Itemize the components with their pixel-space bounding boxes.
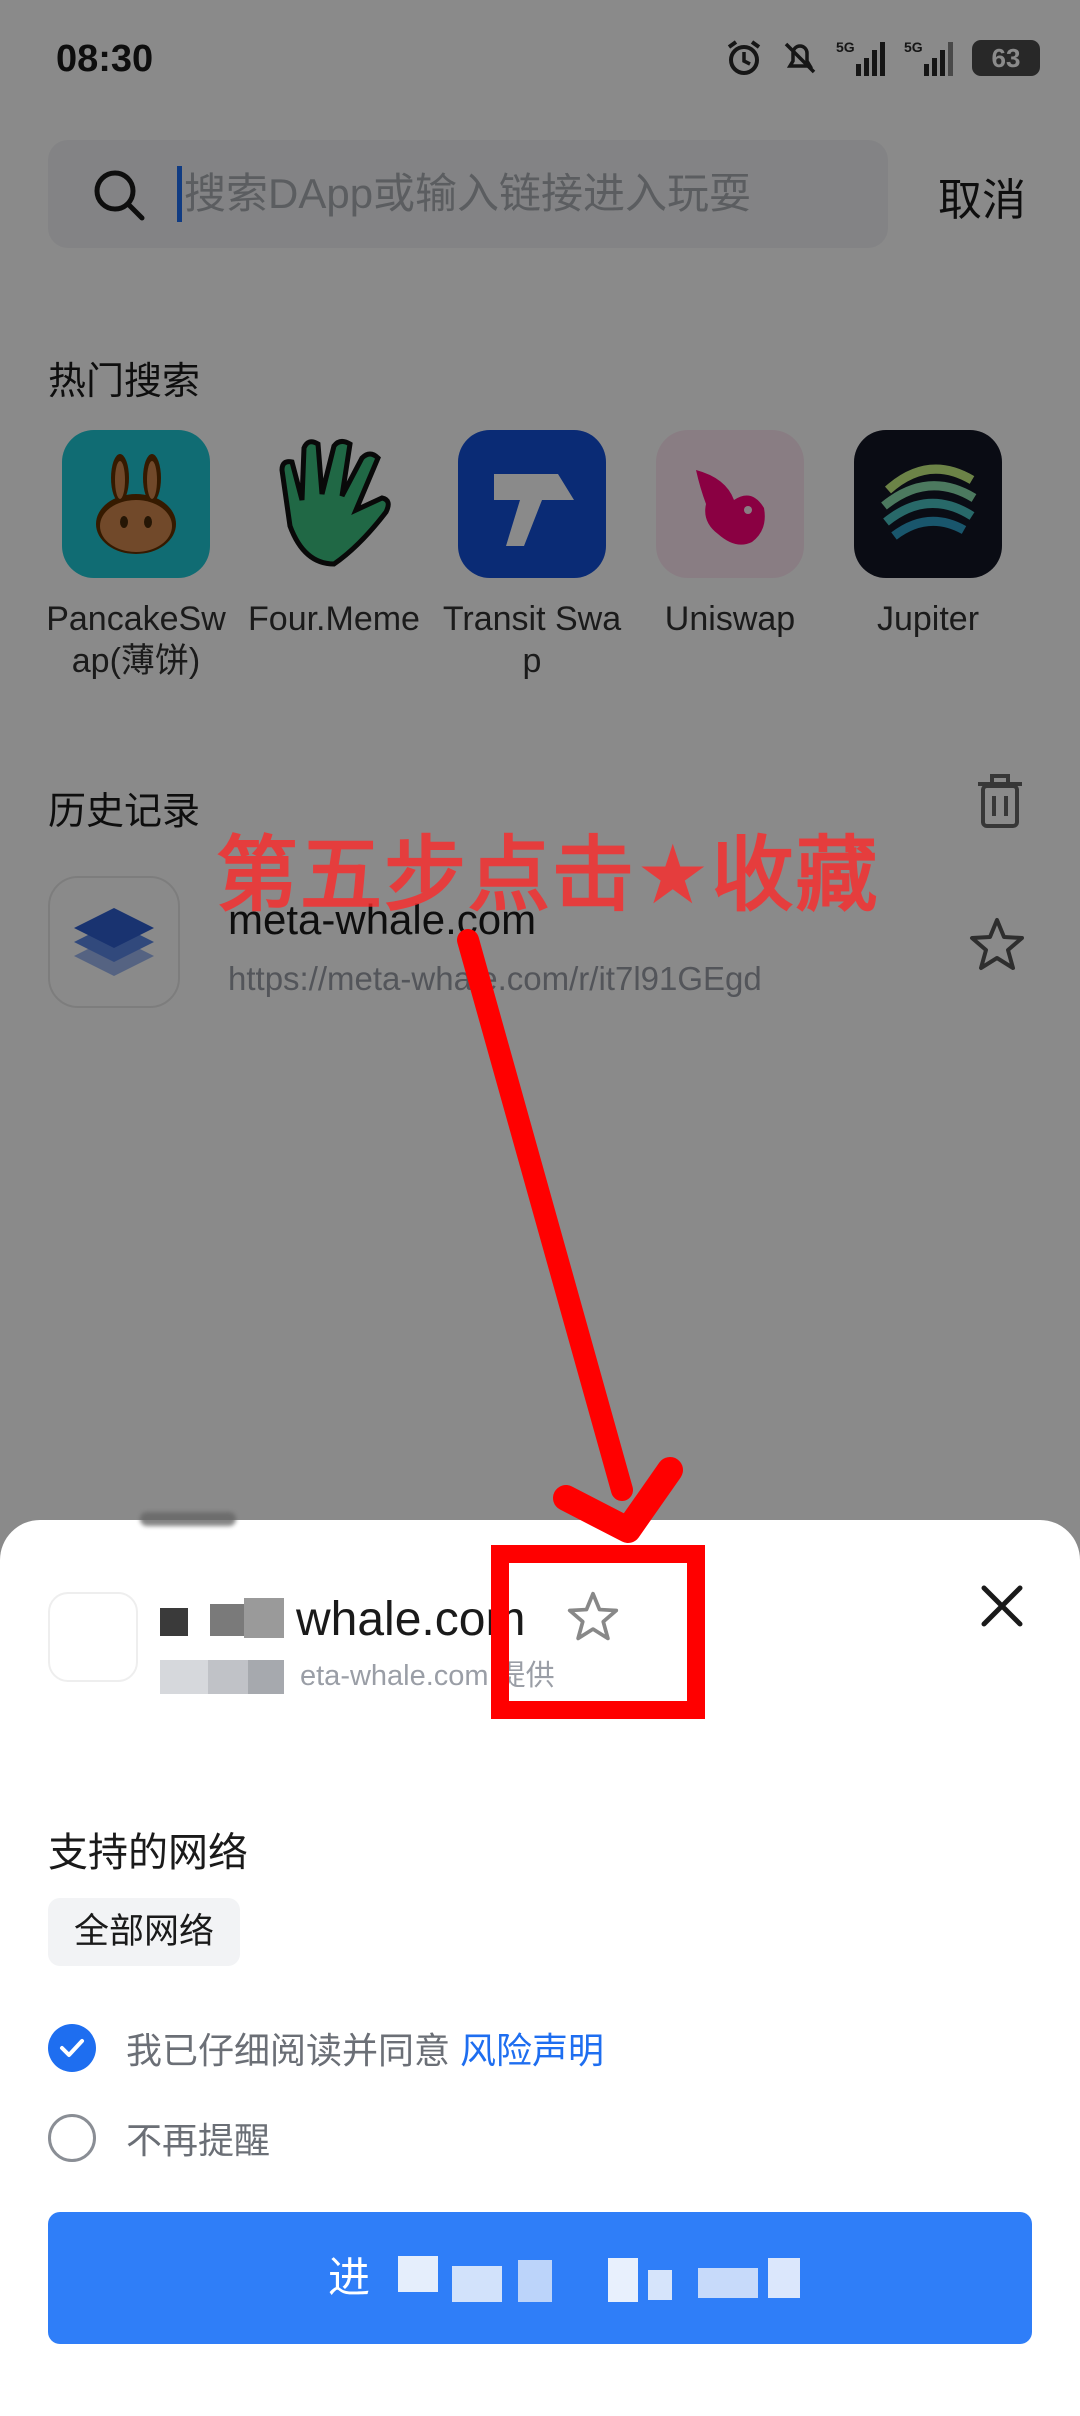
pixelated-block: [698, 2268, 758, 2298]
pixelated-block: [210, 1604, 244, 1636]
network-chip[interactable]: 全部网络: [48, 1898, 241, 1966]
dapp-title: whale.com: [296, 1593, 526, 1646]
dapp-bottom-sheet: whale.com eta-whale.com 提供 支持的网络 全部网络 我已…: [0, 1512, 1080, 2416]
pixelated-block: [160, 1660, 208, 1694]
dapp-logo: [48, 1592, 138, 1682]
agree-text: 我已仔细阅读并同意: [126, 2030, 451, 2071]
remind-row[interactable]: 不再提醒: [48, 2108, 270, 2168]
pixelated-block: [248, 1660, 284, 1694]
enter-button-label: 进: [328, 2254, 371, 2301]
pixelated-block: [160, 1608, 188, 1636]
pixelated-block: [608, 2258, 638, 2302]
pixelated-block: [768, 2258, 800, 2298]
pixelated-block: [648, 2270, 672, 2300]
pixelated-block: [452, 2266, 502, 2302]
annotation-text: 第五步点击★收藏: [216, 828, 880, 923]
checkbox-checked[interactable]: [48, 2024, 96, 2072]
check-icon: [60, 2039, 84, 2057]
pixelated-block: [398, 2256, 438, 2292]
pixelated-block: [518, 2260, 552, 2302]
favorite-star-icon[interactable]: [566, 1590, 620, 1644]
risk-statement-link[interactable]: 风险声明: [460, 2022, 604, 2074]
networks-title: 支持的网络: [48, 1831, 248, 1875]
pixelated-block: [208, 1660, 248, 1694]
remind-text: 不再提醒: [126, 2120, 271, 2161]
sheet-handle[interactable]: [140, 1512, 236, 1526]
checkbox-unchecked[interactable]: [48, 2114, 96, 2162]
close-icon[interactable]: [976, 1580, 1028, 1632]
dapp-provider: eta-whale.com 提供: [300, 1660, 555, 1692]
enter-dapp-button[interactable]: 进: [48, 2212, 1032, 2344]
agree-row[interactable]: 我已仔细阅读并同意 风险声明: [48, 2018, 604, 2078]
pixelated-block: [244, 1598, 284, 1638]
